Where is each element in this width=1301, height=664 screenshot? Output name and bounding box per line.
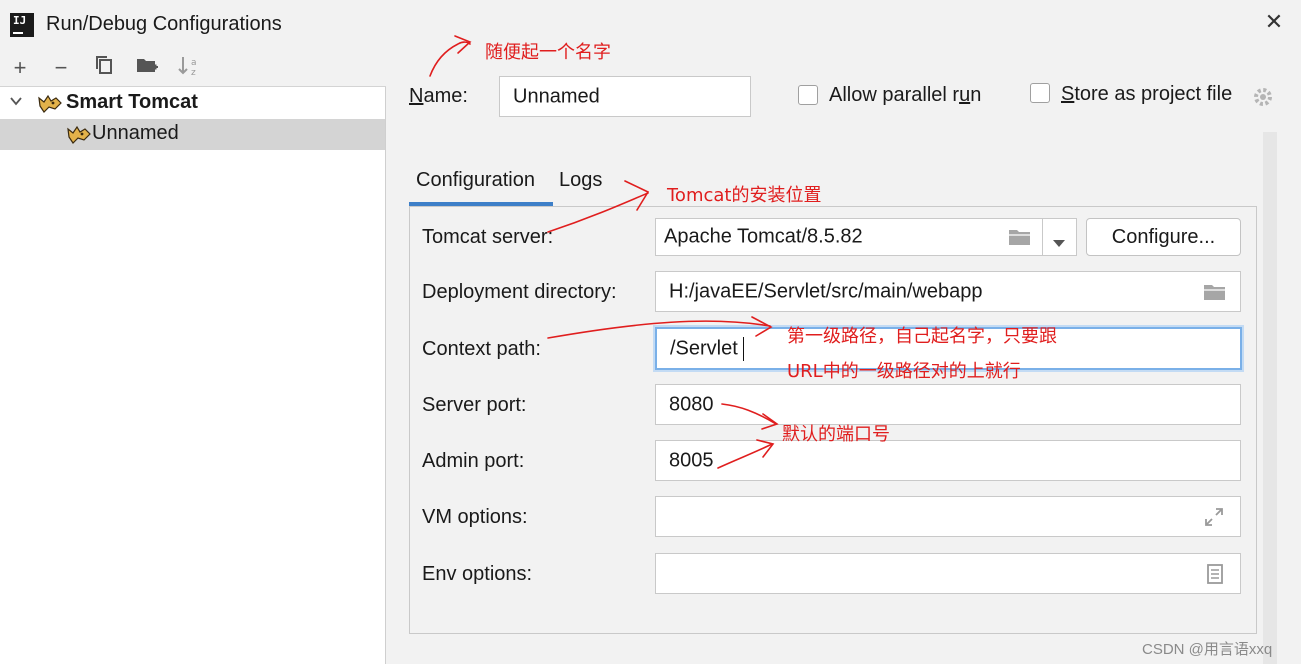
context-annotation-line1: 第一级路径，自己起名字，只要跟 [787,326,1057,347]
tomcat-annotation: Tomcat的安装位置 [667,185,822,206]
context-annotation-arrow [547,320,771,339]
annotation-arrows [429,35,779,469]
context-annotation-line2: URL中的一级路径对的上就行 [787,361,1021,382]
server-port-annotation-arrow [721,403,777,425]
watermark: CSDN @用言语xxq [1142,641,1273,658]
tomcat-annotation-arrowhead [624,180,650,211]
server-port-annotation-arrowhead [761,413,779,430]
admin-port-annotation-arrowhead [756,439,775,458]
port-annotation: 默认的端口号 [782,424,890,445]
tomcat-annotation-arrow [547,192,649,233]
name-annotation: 随便起一个名字 [485,42,611,63]
